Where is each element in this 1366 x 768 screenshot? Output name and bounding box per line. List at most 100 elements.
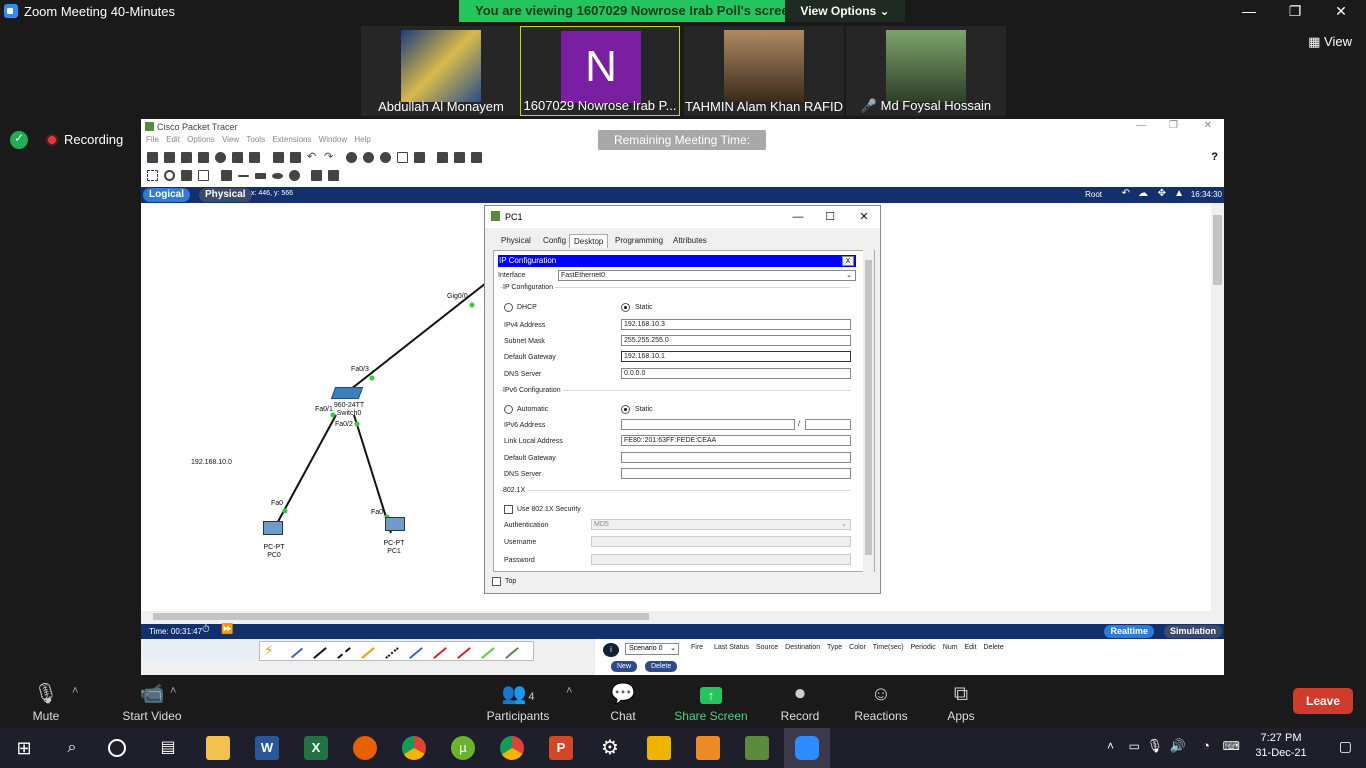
show-hidden-icons-icon[interactable]: ˄	[1107, 739, 1114, 753]
word-icon[interactable]: W	[255, 736, 279, 760]
info-icon[interactable]	[215, 152, 226, 163]
zoom-taskbar-active[interactable]	[784, 728, 830, 768]
save-icon[interactable]	[181, 152, 192, 163]
serial-dte-icon[interactable]	[457, 647, 471, 659]
info-icon[interactable]: i	[603, 643, 619, 657]
static-radio[interactable]	[621, 303, 630, 312]
rectangle-icon[interactable]	[255, 173, 266, 179]
security-shield-icon[interactable]	[10, 131, 28, 149]
ipv4-input[interactable]: 192.168.10.3	[621, 319, 851, 330]
ellipse-icon[interactable]	[272, 173, 283, 179]
switch-icon[interactable]	[330, 387, 364, 399]
fiber-icon[interactable]	[361, 647, 375, 659]
delete-scenario-button[interactable]: Delete	[645, 661, 678, 672]
device-template-icon[interactable]	[454, 152, 465, 163]
redo-icon[interactable]: ↷	[324, 150, 335, 163]
notifications-icon[interactable]: ▢	[1339, 738, 1352, 755]
tab-attributes[interactable]: Attributes	[669, 234, 711, 248]
ip-config-close-button[interactable]: X	[842, 256, 854, 266]
console-cable-icon[interactable]	[290, 647, 304, 659]
octal-icon[interactable]	[481, 647, 495, 659]
task-view-icon[interactable]: ▤	[156, 736, 180, 760]
windows-start-icon[interactable]: ⊞	[12, 736, 36, 760]
ipv6-input[interactable]	[621, 419, 795, 430]
participants-button[interactable]: 👥 4 Participants	[482, 681, 554, 723]
battery-icon[interactable]: ▭	[1129, 739, 1140, 753]
dialog-close-icon[interactable]: ✕	[855, 209, 873, 225]
chrome-icon[interactable]	[402, 736, 426, 760]
pdf-editor-icon[interactable]	[696, 736, 720, 760]
gateway-input[interactable]: 192.168.10.1	[621, 351, 851, 362]
resize-icon[interactable]	[198, 170, 209, 181]
logical-tab[interactable]: Logical	[143, 188, 191, 202]
scroll-thumb[interactable]	[865, 260, 872, 555]
straight-through-icon[interactable]	[313, 647, 327, 659]
fast-forward-icon[interactable]: ⏩	[221, 624, 233, 635]
gateway6-input[interactable]	[621, 452, 851, 463]
device-categories[interactable]	[143, 641, 258, 661]
paste-icon[interactable]	[290, 152, 301, 163]
print-icon[interactable]	[198, 152, 209, 163]
landscape-icon[interactable]: ▲	[1174, 188, 1184, 199]
dialog-maximize-icon[interactable]: ☐	[821, 209, 839, 225]
matlab-icon[interactable]	[647, 736, 671, 760]
participant-tile-active[interactable]: N 1607029 Nowrose Irab P...	[520, 26, 680, 116]
freeform-icon[interactable]	[289, 170, 300, 181]
crossover-icon[interactable]	[337, 647, 351, 659]
pc-icon[interactable]	[385, 517, 405, 531]
simple-pdu-icon[interactable]	[311, 170, 322, 181]
line-icon[interactable]	[238, 175, 249, 177]
inspect-icon[interactable]	[164, 170, 175, 181]
custom-devices-icon[interactable]	[414, 152, 425, 163]
dialog-minimize-icon[interactable]: —	[789, 209, 807, 225]
auth-select[interactable]: MD5 ⌄	[591, 519, 851, 530]
workspace-horizontal-scrollbar[interactable]	[141, 611, 1211, 622]
physical-tab[interactable]: Physical	[199, 188, 252, 202]
workspace-vertical-scrollbar[interactable]	[1211, 203, 1224, 611]
reactions-button[interactable]: ☺ Reactions	[852, 681, 910, 723]
zoom-reset-icon[interactable]	[363, 152, 374, 163]
complex-pdu-icon[interactable]	[328, 170, 339, 181]
move-icon[interactable]: ✥	[1158, 188, 1166, 199]
connections-palette[interactable]: ⚡	[259, 641, 534, 661]
cloud-icon[interactable]: ☁	[1138, 188, 1148, 199]
apps-button[interactable]: ⧉ Apps	[941, 681, 981, 723]
link-local-input[interactable]: FE80::201:63FF:FEDE:CEAA	[621, 435, 851, 446]
zoom-in-icon[interactable]	[346, 152, 357, 163]
phone-cable-icon[interactable]	[385, 647, 399, 659]
minimize-icon[interactable]: —	[1226, 2, 1272, 20]
chrome-profile-icon[interactable]	[500, 736, 524, 760]
scroll-thumb[interactable]	[1213, 215, 1222, 285]
automatic-radio[interactable]	[504, 405, 513, 414]
tab-config[interactable]: Config	[539, 234, 570, 248]
interface-select[interactable]: FastEthernet0 ⌄	[558, 270, 856, 281]
simulation-mode-button[interactable]: Simulation	[1163, 625, 1222, 638]
pc-icon[interactable]	[263, 521, 283, 535]
pt-maximize-icon[interactable]: ❐	[1169, 120, 1178, 131]
pt-minimize-icon[interactable]: —	[1136, 120, 1146, 131]
note-icon[interactable]	[221, 170, 232, 181]
subnet-input[interactable]: 255.255.255.0	[621, 335, 851, 346]
help-icon[interactable]: ?	[1211, 151, 1218, 163]
serial-dce-icon[interactable]	[433, 647, 447, 659]
keyboard-icon[interactable]: ⌨	[1223, 739, 1240, 753]
cortana-icon[interactable]	[108, 739, 126, 757]
utorrent-icon[interactable]: µ	[451, 736, 475, 760]
chevron-up-icon[interactable]: ˄	[170, 685, 176, 697]
auto-connection-icon[interactable]: ⚡	[264, 642, 274, 659]
firefox-icon[interactable]	[353, 736, 377, 760]
menu-file[interactable]: File	[146, 135, 159, 144]
new-file-icon[interactable]	[147, 152, 158, 163]
search-icon[interactable]: ⌕	[60, 736, 84, 760]
screenshot-icon[interactable]	[471, 152, 482, 163]
tab-physical[interactable]: Physical	[497, 234, 535, 248]
zoom-out-icon[interactable]	[380, 152, 391, 163]
wifi-icon[interactable]: ◔	[1202, 738, 1210, 753]
volume-icon[interactable]: 🔊	[1170, 738, 1186, 754]
pt-close-icon[interactable]: ✕	[1204, 120, 1212, 131]
chat-button[interactable]: 💬 Chat	[603, 681, 643, 723]
use-dot1x-checkbox[interactable]	[504, 505, 513, 514]
static6-radio[interactable]	[621, 405, 630, 414]
menu-edit[interactable]: Edit	[166, 135, 180, 144]
wizard-icon[interactable]	[232, 152, 243, 163]
